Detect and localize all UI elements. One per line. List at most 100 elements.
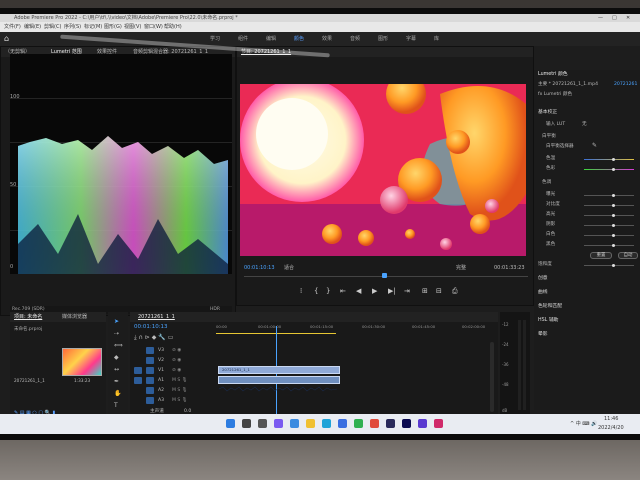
auto-button[interactable]: 自动 — [618, 252, 638, 259]
export-frame-icon[interactable]: ⎙ — [452, 286, 458, 296]
shadows-slider[interactable] — [584, 225, 634, 226]
timeline-ruler[interactable]: 00:00 00:01:00:00 00:01:15:00 00:01:30:0… — [216, 324, 494, 336]
highlights-slider[interactable] — [584, 215, 634, 216]
timeline-timecode[interactable]: 00:01:10:13 — [134, 324, 168, 330]
menu-clip[interactable]: 剪辑(C) — [44, 22, 61, 32]
extract-icon[interactable]: ⊟ — [436, 286, 442, 296]
tab-sequence[interactable]: 20721261_1_1 — [138, 312, 175, 322]
saturation-slider[interactable] — [584, 265, 634, 266]
workspace-assembly[interactable]: 组件 — [238, 32, 248, 46]
track-target-a2[interactable] — [146, 387, 154, 394]
track-target-a1[interactable] — [146, 377, 154, 384]
track-icons-v1[interactable]: ⊘ ◉ — [172, 366, 181, 375]
ripple-edit-tool-icon[interactable]: ⟺ — [114, 342, 123, 349]
track-icons-a1[interactable]: M S 🎙 — [172, 376, 188, 385]
menu-help[interactable]: 帮助(H) — [164, 22, 182, 32]
mark-in-icon[interactable]: { — [314, 286, 318, 296]
home-icon[interactable]: ⌂ — [4, 34, 13, 43]
saturation-knob[interactable] — [612, 264, 615, 267]
edge-icon[interactable] — [322, 419, 331, 428]
app-icon-green[interactable] — [354, 419, 363, 428]
exposure-knob[interactable] — [612, 194, 615, 197]
mark-out-icon[interactable]: } — [326, 286, 330, 296]
eyedropper-icon[interactable]: ✎ — [592, 143, 597, 149]
razor-tool-icon[interactable]: ◆ — [114, 354, 119, 361]
track-target-a3[interactable] — [146, 397, 154, 404]
contrast-knob[interactable] — [612, 204, 615, 207]
track-icons-v3[interactable]: ⊘ ◉ — [172, 346, 181, 355]
program-playhead[interactable] — [382, 273, 387, 278]
wb-selector[interactable]: 白平衡选择器 — [546, 144, 574, 150]
video-clip-v1[interactable]: 20721261_1_1 — [218, 366, 340, 374]
workspace-edit[interactable]: 编辑 — [266, 32, 276, 46]
pen-tool-icon[interactable]: ✒ — [114, 378, 119, 385]
workspace-captions[interactable]: 字幕 — [406, 32, 416, 46]
program-timecode-in[interactable]: 00:01:10:13 — [244, 264, 275, 272]
marker-icon[interactable]: ⁞ — [300, 286, 302, 296]
workspace-audio[interactable]: 音频 — [350, 32, 360, 46]
timeline-vertical-scrollbar[interactable] — [490, 342, 494, 412]
section-hsl-secondary[interactable]: HSL 辅助 — [538, 318, 558, 324]
section-curves[interactable]: 曲线 — [538, 290, 548, 296]
app-icon-pink[interactable] — [434, 419, 443, 428]
track-select-tool-icon[interactable]: ⇢ — [114, 330, 119, 337]
workspace-effects[interactable]: 效果 — [322, 32, 332, 46]
reset-button[interactable]: 重置 — [590, 252, 612, 259]
menu-file[interactable]: 文件(F) — [4, 22, 21, 32]
temperature-slider[interactable] — [584, 159, 634, 160]
start-icon[interactable] — [226, 419, 235, 428]
play-icon[interactable]: ▶ — [372, 286, 377, 296]
highlights-knob[interactable] — [612, 214, 615, 217]
store-icon[interactable] — [338, 419, 347, 428]
workspace-color[interactable]: 颜色 — [294, 32, 304, 46]
maximize-button[interactable]: □ — [612, 14, 617, 22]
tint-knob[interactable] — [612, 168, 615, 171]
track-target-v1[interactable] — [146, 367, 154, 374]
menu-window[interactable]: 窗口(W) — [144, 22, 163, 32]
task-view-icon[interactable] — [258, 419, 267, 428]
timeline-tools[interactable]: ⤓ ∩ ⊳ ◆ 🔧 ▭ — [134, 334, 214, 342]
menu-edit[interactable]: 编辑(E) — [24, 22, 41, 32]
tab-media-browser[interactable]: 媒体浏览器 — [62, 312, 87, 322]
fit-dropdown[interactable]: 适合 — [284, 264, 294, 272]
teams-icon[interactable] — [290, 419, 299, 428]
clip-selector[interactable]: 主要 * 20721261_1_1.mp4 — [538, 82, 598, 88]
menu-sequence[interactable]: 序列(S) — [64, 22, 81, 32]
step-forward-icon[interactable]: ▶| — [388, 286, 396, 296]
track-icons-v2[interactable]: ⊘ ◉ — [172, 356, 181, 365]
track-icons-a2[interactable]: M S 🎙 — [172, 386, 188, 395]
widgets-icon[interactable] — [274, 419, 283, 428]
shadows-knob[interactable] — [612, 224, 615, 227]
workspace-libraries[interactable]: 库 — [434, 32, 439, 46]
tab-project[interactable]: 项目: 未命名 — [14, 312, 42, 322]
section-creative[interactable]: 创意 — [538, 276, 548, 282]
step-back-icon[interactable]: ◀ — [356, 286, 361, 296]
track-target-v3[interactable] — [146, 347, 154, 354]
section-vignette[interactable]: 晕影 — [538, 332, 548, 338]
quality-dropdown[interactable]: 完整 — [456, 264, 466, 272]
clock-date[interactable]: 2022/4/20 — [598, 423, 624, 433]
app-icon-red[interactable] — [370, 419, 379, 428]
search-icon[interactable] — [242, 419, 251, 428]
go-to-in-icon[interactable]: ⇤ — [340, 286, 346, 296]
exposure-slider[interactable] — [584, 195, 634, 196]
file-explorer-icon[interactable] — [306, 419, 315, 428]
menu-marker[interactable]: 标记(M) — [84, 22, 102, 32]
menu-view[interactable]: 视图(V) — [124, 22, 141, 32]
app-icon-purple[interactable] — [418, 419, 427, 428]
contrast-slider[interactable] — [584, 205, 634, 206]
source-patch-v1[interactable] — [134, 367, 142, 374]
clip-thumbnail[interactable] — [62, 348, 102, 376]
track-target-v2[interactable] — [146, 357, 154, 364]
type-tool-icon[interactable]: T — [114, 402, 118, 409]
section-basic-correction[interactable]: 基本校正 — [538, 110, 557, 116]
steam-icon[interactable] — [386, 419, 395, 428]
tint-slider[interactable] — [584, 169, 634, 170]
lift-icon[interactable]: ⊞ — [422, 286, 428, 296]
workspace-learn[interactable]: 学习 — [210, 32, 220, 46]
premiere-icon[interactable] — [402, 419, 411, 428]
workspace-graphics[interactable]: 图形 — [378, 32, 388, 46]
slip-tool-icon[interactable]: ↔ — [114, 366, 119, 373]
temperature-knob[interactable] — [612, 158, 615, 161]
selection-tool-icon[interactable]: ➤ — [114, 318, 119, 325]
